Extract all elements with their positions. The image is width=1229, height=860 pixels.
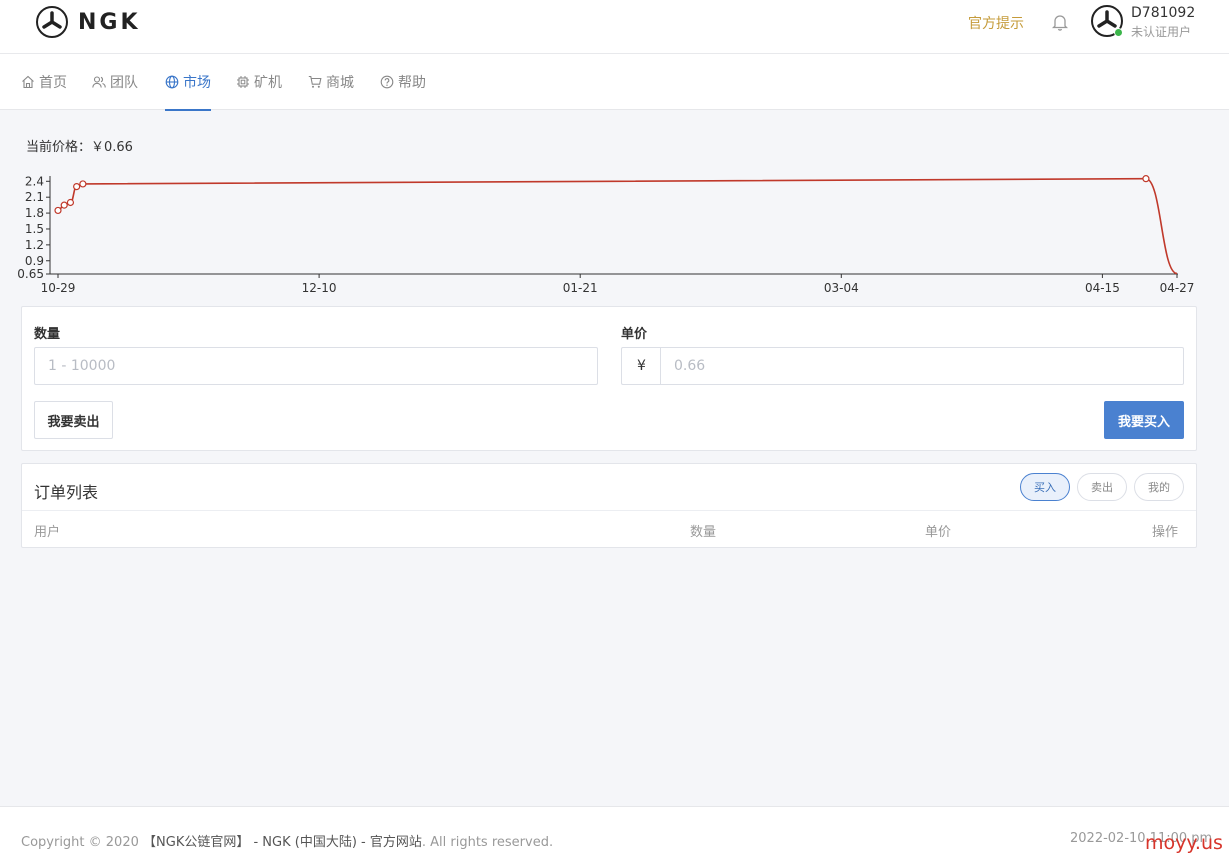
y-tick-label: 2.4: [25, 174, 44, 188]
x-tick-label: 01-21: [563, 281, 598, 295]
tab-sell[interactable]: 卖出: [1077, 473, 1127, 501]
quantity-input[interactable]: 1 - 10000: [34, 347, 598, 385]
logo-text: NGK: [78, 9, 141, 35]
official-site-link[interactable]: 官方网站: [370, 835, 422, 850]
price-point: [54, 206, 62, 215]
price-point: [66, 198, 75, 207]
unit-price-label: 单价: [621, 327, 648, 342]
order-list: 订单列表 买入 卖出 我的 用户 数量 单价 操作: [21, 463, 1197, 548]
quantity-label: 数量: [34, 327, 61, 342]
bell-icon[interactable]: [1052, 13, 1068, 31]
current-price: 当前价格：￥0.66: [26, 140, 133, 155]
sell-button[interactable]: 我要卖出: [34, 401, 113, 439]
currency-addon: ¥: [621, 347, 661, 385]
tab-mine[interactable]: 我的: [1134, 473, 1184, 501]
copyright-middle: - NGK (中国大陆) -: [249, 835, 370, 850]
users-icon: [92, 76, 106, 88]
logo[interactable]: NGK: [36, 5, 141, 39]
y-tick-label: 1.8: [25, 206, 44, 220]
price-chart: 0.650.9 1.2 1.5 1.8 2.1 2.4 10-29 12-10 01-21 03-…: [17, 174, 1195, 295]
price-point: [73, 182, 81, 191]
unit-price-input[interactable]: 0.66: [660, 347, 1184, 385]
nav-item-market[interactable]: 市场: [165, 54, 211, 111]
nav-label-miner: 矿机: [254, 75, 282, 91]
price-point: [79, 180, 87, 188]
nav-label-market: 市场: [183, 75, 211, 91]
order-list-divider: [22, 510, 1196, 511]
y-tick-label: 1.2: [25, 238, 44, 252]
globe-icon: [165, 75, 179, 89]
y-tick-label: 1.5: [25, 222, 44, 236]
nav-label-help: 帮助: [398, 75, 426, 91]
price-line: [57, 177, 1178, 275]
order-list-title: 订单列表: [34, 483, 99, 502]
y-tick-label: 2.1: [25, 190, 44, 204]
home-icon: [22, 75, 34, 89]
y-tick-label: 0.65: [17, 267, 44, 281]
column-quantity: 数量: [690, 525, 717, 540]
column-action: 操作: [1152, 525, 1179, 540]
y-tick-label: 0.9: [25, 254, 44, 268]
logo-icon: [36, 6, 68, 38]
official-notice-link[interactable]: 官方提示: [968, 13, 1024, 33]
x-tick-label: 04-27: [1160, 281, 1195, 295]
top-header: NGK 官方提示 D781092 未认证用户: [0, 0, 1229, 54]
nav-item-team[interactable]: 团队: [92, 54, 138, 110]
user-verification-status: 未认证用户: [1131, 25, 1192, 39]
main-nav: 首页 团队 市场 矿机 商城 帮助: [0, 54, 1229, 111]
user-id: D781092: [1131, 5, 1196, 21]
tab-buy[interactable]: 买入: [1020, 473, 1070, 501]
help-icon: [380, 75, 394, 89]
nav-item-miner[interactable]: 矿机: [236, 54, 282, 110]
online-status-dot: [1114, 28, 1123, 37]
column-unit-price: 单价: [925, 525, 952, 540]
nav-item-help[interactable]: 帮助: [380, 54, 426, 110]
nav-label-shop: 商城: [326, 75, 354, 91]
copyright: Copyright © 2020 【NGK公链官网】 - NGK (中国大陆) …: [21, 831, 553, 850]
nav-item-home[interactable]: 首页: [21, 54, 67, 110]
buy-button[interactable]: 我要买入: [1104, 401, 1184, 439]
x-tick-label: 10-29: [41, 281, 76, 295]
nav-label-team: 团队: [110, 75, 138, 91]
site-name-link[interactable]: 【NGK公链官网】: [143, 835, 249, 850]
watermark: moyy.us: [1145, 832, 1223, 854]
nav-label-home: 首页: [39, 75, 67, 91]
x-tick-label: 04-15: [1085, 281, 1120, 295]
cart-icon: [308, 75, 322, 88]
nav-item-shop[interactable]: 商城: [308, 54, 354, 110]
price-point: [60, 201, 68, 209]
footer: Copyright © 2020 【NGK公链官网】 - NGK (中国大陆) …: [0, 806, 1229, 860]
trade-form: 数量 1 - 10000 单价 ¥ 0.66 我要卖出 我要买入: [21, 306, 1197, 451]
x-tick-label: 12-10: [302, 281, 337, 295]
copyright-suffix: . All rights reserved.: [421, 835, 554, 850]
x-tick-label: 03-04: [824, 281, 859, 295]
chip-icon: [237, 76, 249, 88]
copyright-prefix: Copyright © 2020: [21, 835, 144, 850]
price-point: [1142, 175, 1150, 183]
column-user: 用户: [34, 525, 61, 540]
